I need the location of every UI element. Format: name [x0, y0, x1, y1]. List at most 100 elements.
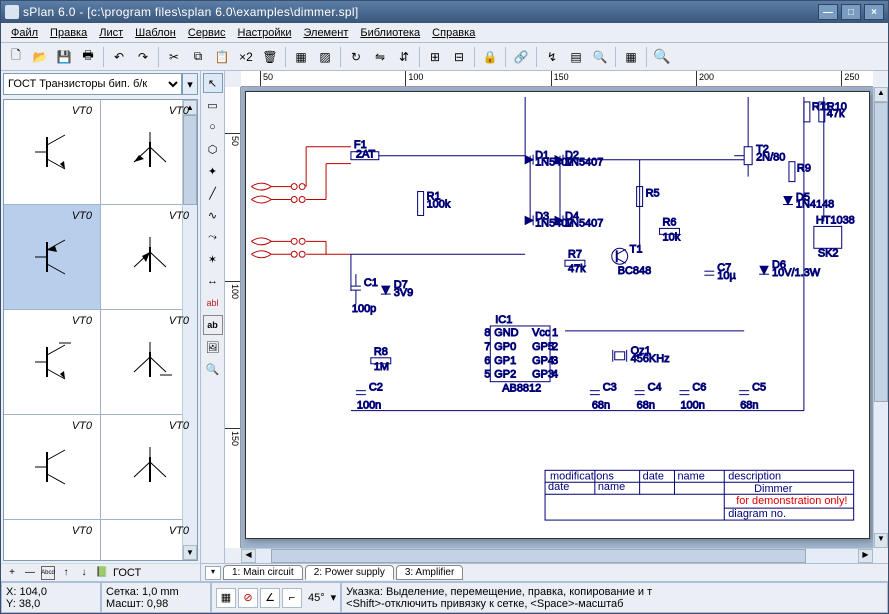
library-item[interactable]: VT0 [4, 100, 101, 204]
save-button[interactable]: 💾 [53, 46, 75, 68]
zoom-button[interactable]: 🔍 [651, 46, 673, 68]
rect-tool[interactable]: ▭ [203, 95, 223, 115]
to-front-button[interactable]: ▦ [290, 46, 312, 68]
menu-edit[interactable]: Правка [44, 25, 93, 41]
canvas-viewport[interactable]: F12AT D11N5407 D21N5407 D31N5407 D41N540… [241, 87, 873, 548]
image-tool[interactable]: 🖼 [203, 337, 223, 357]
library-item[interactable]: VT0 [4, 520, 101, 561]
minimize-button[interactable]: — [818, 4, 838, 20]
sheet-tab[interactable]: 1: Main circuit [223, 565, 303, 580]
redo-button[interactable]: ↷ [132, 46, 154, 68]
book-icon[interactable]: 📗 [95, 566, 109, 580]
library-item[interactable]: VT0 [4, 415, 101, 519]
duplicate-button[interactable]: ×2 [235, 46, 257, 68]
menu-sheet[interactable]: Лист [93, 25, 129, 41]
canvas-hscrollbar[interactable]: ◀ ▶ [241, 548, 873, 563]
hscroll-right[interactable]: ▶ [858, 549, 873, 563]
node-tool[interactable]: ✶ [203, 249, 223, 269]
library-select[interactable]: ГОСТ Транзисторы бип. б/к [3, 73, 182, 95]
svg-text:C2: C2 [369, 382, 383, 394]
to-back-button[interactable]: ▨ [314, 46, 336, 68]
svg-text:description: description [728, 470, 781, 482]
library-item-selected[interactable]: VT0 [4, 205, 101, 309]
schematic-canvas[interactable]: F12AT D11N5407 D21N5407 D31N5407 D41N540… [245, 91, 870, 539]
ungroup-button[interactable]: ⊟ [448, 46, 470, 68]
svg-text:BC848: BC848 [618, 265, 651, 277]
delete-button[interactable]: 🗑 [259, 46, 281, 68]
open-button[interactable]: 📂 [29, 46, 51, 68]
library-item[interactable]: VT0 [101, 520, 197, 561]
sheet-tab-active[interactable]: 2: Power supply [305, 565, 394, 580]
print-button[interactable]: 🖶 [77, 46, 99, 68]
bezier-tool[interactable]: ⤳ [203, 227, 223, 247]
up-icon[interactable]: ↑ [59, 566, 73, 580]
down-icon[interactable]: ↓ [77, 566, 91, 580]
abcd-icon[interactable]: Abcd [41, 566, 55, 580]
hscroll-thumb[interactable] [271, 549, 806, 563]
paste-button[interactable]: 📋 [211, 46, 233, 68]
snap-ortho-icon[interactable]: ⊘ [238, 588, 258, 608]
rotate-button[interactable]: ↻ [345, 46, 367, 68]
svg-text:GP3: GP3 [532, 369, 554, 381]
snap-angle-icon[interactable]: ∠ [260, 588, 280, 608]
menu-template[interactable]: Шаблон [129, 25, 182, 41]
svg-text:C4: C4 [648, 382, 662, 394]
menu-service[interactable]: Сервис [182, 25, 232, 41]
pointer-tool[interactable]: ↖ [203, 73, 223, 93]
mirror-v-button[interactable]: ⇵ [393, 46, 415, 68]
group-button[interactable]: ⊞ [424, 46, 446, 68]
renumber-button[interactable]: ↯ [541, 46, 563, 68]
app-window: sPlan 6.0 - [c:\program files\splan 6.0\… [0, 0, 889, 614]
library-item[interactable]: VT0 [101, 415, 197, 519]
remove-icon[interactable]: — [23, 566, 37, 580]
library-item[interactable]: VT0 [101, 100, 197, 204]
svg-text:100n: 100n [680, 400, 704, 412]
poly-tool[interactable]: ⬡ [203, 139, 223, 159]
mirror-h-button[interactable]: ⇋ [369, 46, 391, 68]
zoom-tool[interactable]: 🔍 [203, 359, 223, 379]
svg-text:C1: C1 [364, 277, 378, 289]
angle-dropdown-icon[interactable]: ▾ [331, 591, 337, 604]
menu-library[interactable]: Библиотека [354, 25, 426, 41]
list-button[interactable]: ▤ [565, 46, 587, 68]
maximize-button[interactable]: □ [841, 4, 861, 20]
grid-button[interactable]: ▦ [620, 46, 642, 68]
search-button[interactable]: 🔍 [589, 46, 611, 68]
library-item[interactable]: VT0 [101, 205, 197, 309]
line-tool[interactable]: ╱ [203, 183, 223, 203]
library-item[interactable]: VT0 [101, 310, 197, 414]
snap-grid-icon[interactable]: ▦ [216, 588, 236, 608]
menu-file[interactable]: Файл [5, 25, 44, 41]
hscroll-left[interactable]: ◀ [241, 549, 256, 563]
menu-settings[interactable]: Настройки [232, 25, 298, 41]
sheets-menu-button[interactable]: ▾ [205, 566, 221, 580]
vscroll-thumb[interactable] [874, 102, 888, 402]
copy-button[interactable]: ⧉ [187, 46, 209, 68]
cut-button[interactable]: ✂ [163, 46, 185, 68]
circle-tool[interactable]: ○ [203, 117, 223, 137]
rubber-icon[interactable]: ⌐ [282, 588, 302, 608]
lock-button[interactable]: 🔒 [479, 46, 501, 68]
svg-text:name: name [598, 481, 625, 493]
library-dropdown-button[interactable]: ▾ [182, 73, 198, 95]
dimension-tool[interactable]: ↔ [203, 271, 223, 291]
text-tool[interactable]: ab [203, 315, 223, 335]
vscroll-down[interactable]: ▼ [874, 533, 888, 548]
sheet-tab[interactable]: 3: Amplifier [396, 565, 463, 580]
link-button[interactable]: 🔗 [510, 46, 532, 68]
library-panel: ГОСТ Транзисторы бип. б/к ▾ ▲ ▼ VT0 VT0 … [1, 71, 201, 581]
menu-help[interactable]: Справка [426, 25, 481, 41]
vscroll-up[interactable]: ▲ [874, 87, 888, 102]
curve-tool[interactable]: ∿ [203, 205, 223, 225]
library-item[interactable]: VT0 [4, 310, 101, 414]
close-button[interactable]: × [864, 4, 884, 20]
special-tool[interactable]: ✦ [203, 161, 223, 181]
svg-text:2AT: 2AT [356, 149, 376, 161]
label-tool[interactable]: abl [203, 293, 223, 313]
add-icon[interactable]: + [5, 566, 19, 580]
menu-element[interactable]: Элемент [297, 25, 354, 41]
new-button[interactable]: 🗋 [5, 46, 27, 68]
undo-button[interactable]: ↶ [108, 46, 130, 68]
canvas-vscrollbar[interactable]: ▲ ▼ [873, 87, 888, 548]
titlebar[interactable]: sPlan 6.0 - [c:\program files\splan 6.0\… [1, 1, 888, 23]
